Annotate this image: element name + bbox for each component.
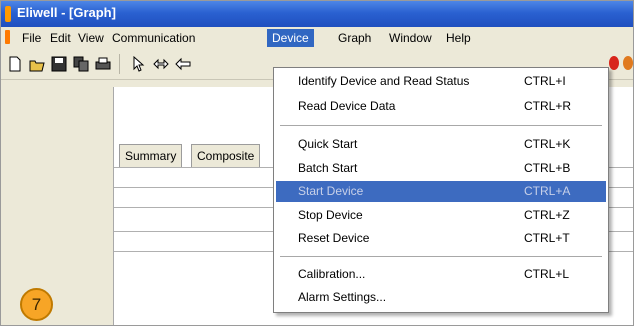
menu-item-stop-device[interactable]: Stop Device CTRL+Z (276, 205, 606, 226)
menu-window[interactable]: Window (384, 29, 437, 47)
menu-separator (280, 256, 602, 257)
title-bar[interactable]: Eliwell - [Graph] (1, 1, 633, 27)
step-badge: 7 (20, 288, 53, 321)
menu-item-alarm-settings[interactable]: Alarm Settings... (276, 287, 606, 308)
copy-icon[interactable] (73, 56, 89, 72)
menu-help[interactable]: Help (441, 29, 476, 47)
app-icon (5, 6, 11, 22)
menu-bar: File Edit View Communication Device Grap… (1, 27, 633, 49)
menu-item-read-device-data[interactable]: Read Device Data CTRL+R (276, 96, 606, 117)
record-icon[interactable] (609, 56, 619, 70)
device-menu: Identify Device and Read Status CTRL+I R… (273, 67, 609, 313)
menu-edit[interactable]: Edit (45, 29, 76, 47)
tab-composite[interactable]: Composite (191, 144, 261, 167)
tab-summary[interactable]: Summary (119, 144, 183, 167)
window-title: Eliwell - [Graph] (17, 5, 116, 20)
menu-item-calibration[interactable]: Calibration... CTRL+L (276, 264, 606, 285)
menu-file[interactable]: File (17, 29, 46, 47)
document-icon[interactable] (5, 30, 10, 44)
pointer-icon[interactable] (131, 56, 147, 72)
menu-communication[interactable]: Communication (107, 29, 200, 47)
menu-item-start-device[interactable]: Start Device CTRL+A (276, 181, 606, 202)
toolbar-separator (119, 54, 120, 74)
open-icon[interactable] (29, 56, 45, 72)
menu-item-quick-start[interactable]: Quick Start CTRL+K (276, 134, 606, 155)
menu-graph[interactable]: Graph (333, 29, 376, 47)
swap-icon[interactable] (153, 56, 169, 72)
menu-separator (280, 125, 602, 126)
save-icon[interactable] (51, 56, 67, 72)
menu-item-reset-device[interactable]: Reset Device CTRL+T (276, 228, 606, 249)
print-icon[interactable] (95, 56, 111, 72)
app-window: Eliwell - [Graph] File Edit View Communi… (0, 0, 634, 326)
menu-view[interactable]: View (73, 29, 109, 47)
new-icon[interactable] (7, 56, 23, 72)
status-icon[interactable] (623, 56, 633, 70)
menu-item-batch-start[interactable]: Batch Start CTRL+B (276, 158, 606, 179)
menu-item-identify-device[interactable]: Identify Device and Read Status CTRL+I (276, 71, 606, 92)
menu-device[interactable]: Device (267, 29, 314, 47)
arrow-icon[interactable] (175, 56, 191, 72)
